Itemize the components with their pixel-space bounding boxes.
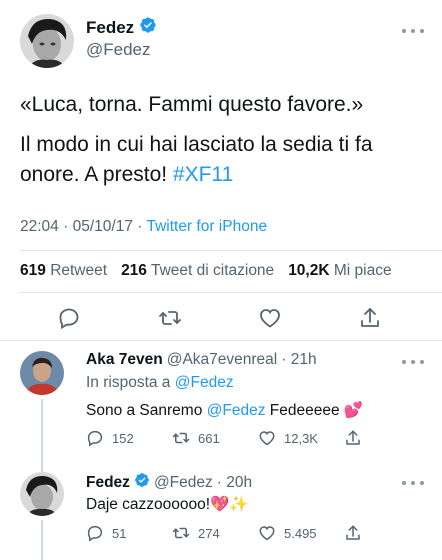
- retweet-icon[interactable]: [172, 524, 190, 542]
- like-action[interactable]: 12,3K: [258, 429, 318, 447]
- author-name[interactable]: Fedez: [86, 16, 157, 39]
- share-icon[interactable]: [344, 429, 362, 447]
- reply-icon[interactable]: [86, 524, 104, 542]
- quotes-label: Tweet di citazione: [150, 262, 275, 279]
- retweet-icon[interactable]: [172, 429, 190, 447]
- hashtag-link[interactable]: #XF11: [173, 163, 233, 186]
- reply-author-handle[interactable]: @Fedez: [154, 474, 213, 492]
- in-reply-to-label: In risposta a: [86, 374, 171, 391]
- quotes-count: 216: [121, 262, 147, 279]
- quotes-stat[interactable]: 216 Tweet di citazione: [121, 262, 274, 280]
- reply-text-body: Sono a Sanremo: [86, 402, 207, 419]
- more-icon[interactable]: [402, 359, 424, 365]
- in-reply-to-mention[interactable]: @Fedez: [175, 374, 234, 391]
- reply-actions: 152 661 12,3K: [86, 429, 386, 449]
- author-name-text[interactable]: Fedez: [86, 18, 134, 38]
- avatar[interactable]: [20, 472, 64, 516]
- reply-tweet[interactable]: Aka 7even @Aka7evenreal · 21h In rispost…: [0, 341, 442, 475]
- main-tweet: Fedez @Fedez «Luca, torna. Fammi questo …: [0, 0, 442, 341]
- mention-link[interactable]: @Fedez: [207, 402, 266, 419]
- meta-separator: ·: [63, 218, 69, 235]
- retweets-count: 619: [20, 262, 46, 279]
- thread-line: [41, 399, 43, 475]
- author-handle[interactable]: @Fedez: [86, 40, 151, 60]
- reply-time[interactable]: · 21h: [281, 351, 316, 369]
- reply-count: 152: [112, 430, 134, 446]
- like-count: 12,3K: [284, 430, 318, 446]
- tweet-meta: 22:04 · 05/10/17 · Twitter for iPhone: [20, 218, 267, 236]
- more-icon[interactable]: [402, 480, 424, 486]
- tweet-source-link[interactable]: Twitter for iPhone: [146, 218, 267, 235]
- retweet-action[interactable]: 274: [172, 524, 220, 542]
- reply-author-name[interactable]: Fedez: [86, 474, 130, 492]
- reply-icon[interactable]: [86, 429, 104, 447]
- avatar[interactable]: [20, 351, 64, 395]
- reply-action[interactable]: 152: [86, 429, 134, 447]
- tweet-actions: [0, 306, 442, 332]
- reply-header: Fedez @Fedez · 20h: [86, 472, 252, 493]
- likes-count: 10,2K: [288, 262, 330, 279]
- tweet-stats: 619 Retweet 216 Tweet di citazione 10,2K…: [20, 262, 406, 280]
- like-icon[interactable]: [258, 524, 276, 542]
- reply-author-handle[interactable]: @Aka7evenreal: [167, 351, 278, 369]
- reply-text: Daje cazzoooooo!💖✨: [86, 496, 249, 513]
- tweet-text-line2: Il modo in cui hai lasciato la sedia ti …: [20, 130, 425, 190]
- reply-count: 51: [112, 525, 127, 541]
- reply-icon[interactable]: [57, 306, 81, 330]
- like-action[interactable]: 5.495: [258, 524, 317, 542]
- reply-time[interactable]: · 20h: [217, 474, 252, 492]
- reply-action[interactable]: 51: [86, 524, 126, 542]
- reply-tweet[interactable]: Fedez @Fedez · 20h Daje cazzoooooo!💖✨ 51…: [0, 466, 442, 560]
- share-action[interactable]: [344, 429, 362, 447]
- tweet-text-line1: «Luca, torna. Fammi questo favore.»: [20, 93, 364, 116]
- retweet-action[interactable]: 661: [172, 429, 220, 447]
- retweet-icon[interactable]: [158, 306, 182, 330]
- retweet-count: 661: [198, 430, 220, 446]
- thread-line: [41, 520, 43, 560]
- likes-label: Mi piace: [333, 262, 392, 279]
- share-action[interactable]: [344, 524, 362, 542]
- avatar[interactable]: [20, 14, 74, 68]
- divider: [20, 292, 442, 293]
- share-icon[interactable]: [358, 306, 382, 330]
- retweet-count: 274: [198, 525, 220, 541]
- meta-separator: ·: [137, 218, 143, 235]
- reply-text-end: Fedeeeee 💕: [265, 402, 364, 419]
- retweets-label: Retweet: [50, 262, 108, 279]
- reply-author-name[interactable]: Aka 7even: [86, 351, 163, 369]
- divider: [20, 250, 442, 251]
- verified-badge-icon: [134, 472, 150, 493]
- reply-header: Aka 7even @Aka7evenreal · 21h: [86, 351, 317, 369]
- verified-badge-icon: [139, 16, 157, 39]
- retweets-stat[interactable]: 619 Retweet: [20, 262, 107, 280]
- reply-actions: 51 274 5.495: [86, 524, 386, 544]
- likes-stat[interactable]: 10,2K Mi piace: [288, 262, 391, 280]
- reply-text: Sono a Sanremo @Fedez Fedeeeee 💕: [86, 401, 363, 420]
- like-icon[interactable]: [258, 429, 276, 447]
- share-icon[interactable]: [344, 524, 362, 542]
- like-count: 5.495: [284, 525, 317, 541]
- tweet-date[interactable]: 05/10/17: [73, 218, 133, 235]
- in-reply-to: In risposta a @Fedez: [86, 374, 234, 392]
- more-icon[interactable]: [402, 28, 424, 34]
- tweet-text: «Luca, torna. Fammi questo favore.» Il m…: [20, 90, 425, 200]
- tweet-time[interactable]: 22:04: [20, 218, 59, 235]
- like-icon[interactable]: [258, 306, 282, 330]
